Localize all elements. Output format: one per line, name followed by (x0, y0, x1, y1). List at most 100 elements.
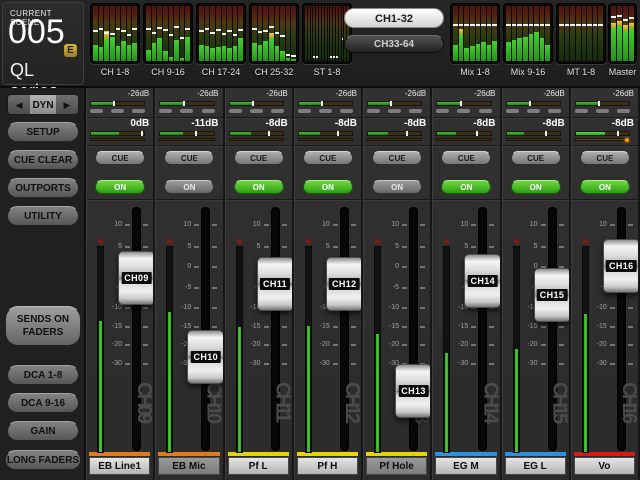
gate-led (132, 109, 145, 113)
on-button[interactable]: ON (164, 180, 214, 194)
meter-group-label: MT 1-8 (556, 67, 606, 77)
meter-bar (316, 6, 318, 61)
meter-peak-dash (121, 30, 126, 32)
meter-bar-yellow (623, 25, 628, 32)
dyn-selector-label[interactable]: DYN (30, 95, 56, 114)
meter-bar (559, 6, 564, 61)
strip-ch12: -26dB-8dBCUEON1050-5-10-15-20-30CH12CH12… (294, 88, 363, 480)
scale-tick-right (282, 224, 287, 226)
prev-arrow-button[interactable]: ◀ (8, 95, 30, 114)
scale-tick-label: -30 (590, 360, 607, 367)
fader-knob[interactable]: CH09 (118, 251, 155, 305)
fader-knob[interactable]: CH14 (464, 254, 501, 308)
meter-group-mix-9-16[interactable]: Mix 9-16 (503, 3, 553, 77)
cue-button[interactable]: CUE (441, 151, 491, 165)
meter-peak-dash (576, 24, 581, 26)
meter-peak-dash (336, 56, 338, 58)
meter-group-ch-9-16[interactable]: CH 9-16 (143, 3, 193, 77)
meter-group-ch-25-32[interactable]: CH 25-32 (249, 3, 299, 77)
bank-button-ch33-64[interactable]: CH33-64 (344, 35, 444, 53)
meter-bar-fill (185, 37, 190, 61)
fader-knob[interactable]: CH13 (395, 364, 432, 418)
scale-tick-right (559, 326, 564, 328)
cue-button[interactable]: CUE (580, 151, 630, 165)
gate-led (575, 109, 588, 113)
cue-button[interactable]: CUE (303, 151, 353, 165)
fader-knob[interactable]: CH16 (603, 239, 640, 293)
cue-button[interactable]: CUE (164, 151, 214, 165)
scale-tick-label: 5 (382, 243, 399, 250)
utility-button[interactable]: UTILITY (7, 206, 79, 226)
setup-button[interactable]: SETUP (7, 122, 79, 142)
gain-value: -8dB (473, 118, 495, 129)
channel-level-meter (443, 246, 450, 453)
fader-knob[interactable]: CH15 (534, 268, 571, 322)
scale-tick-left (402, 246, 407, 248)
fader-knob[interactable]: CH12 (326, 257, 363, 311)
next-arrow-button[interactable]: ▶ (56, 95, 78, 114)
analog-gain-bar (229, 138, 284, 141)
on-button[interactable]: ON (303, 180, 353, 194)
scene-panel[interactable]: CURRENT SCENE 005 E QL series (2, 2, 84, 85)
dca-1-8-button[interactable]: DCA 1-8 (7, 365, 79, 385)
cue-button[interactable]: CUE (372, 151, 422, 165)
fader-knob[interactable]: CH10 (187, 330, 224, 384)
meter-bar-fill (157, 38, 162, 61)
divider (364, 145, 430, 146)
dyn-meter-tick (113, 101, 115, 106)
meter-peak-dash (110, 33, 115, 35)
dyn-meter-value: -26dB (405, 89, 426, 98)
fader-knob[interactable]: CH11 (257, 257, 294, 311)
on-button[interactable]: ON (95, 180, 145, 194)
scale-tick-left (610, 363, 615, 365)
channel-level-fill (584, 314, 587, 452)
meter-peak-dash (157, 27, 162, 29)
on-button[interactable]: ON (234, 180, 284, 194)
meter-group-master[interactable]: Master (608, 3, 637, 77)
meter-peak-dash (582, 24, 587, 26)
meter-group-ch-1-8[interactable]: CH 1-8 (90, 3, 140, 77)
cue-button[interactable]: CUE (234, 151, 284, 165)
gate-indicators (436, 109, 491, 113)
divider (87, 199, 153, 200)
meter-bar (110, 6, 115, 61)
fader-knob-label: CH15 (537, 289, 568, 301)
scale-tick-label: 0 (174, 263, 191, 270)
gain-meter-bar (298, 131, 353, 136)
meter-bar-fill (617, 26, 622, 61)
scale-tick-right (489, 344, 494, 346)
meter-bar (328, 6, 330, 61)
on-button[interactable]: ON (441, 180, 491, 194)
gain-value: 0dB (130, 118, 149, 129)
scale-tick-left (610, 307, 615, 309)
on-button[interactable]: ON (372, 180, 422, 194)
bank-button-ch1-32[interactable]: CH1-32 (344, 8, 444, 28)
cue-button[interactable]: CUE (95, 151, 145, 165)
scale-tick-right (489, 363, 494, 365)
cue-clear-button[interactable]: CUE CLEAR (7, 150, 79, 170)
meter-group-mix-1-8[interactable]: Mix 1-8 (450, 3, 500, 77)
sends-on-faders-button[interactable]: SENDS ON FADERS (5, 306, 81, 346)
divider (503, 145, 569, 146)
fader-knob-label: CH12 (329, 278, 360, 290)
meter-bar-fill (269, 38, 274, 61)
cue-button[interactable]: CUE (511, 151, 561, 165)
channel-level-meter (166, 246, 173, 453)
gain-button[interactable]: GAIN (7, 421, 79, 441)
meter-peak-dash (617, 15, 622, 17)
on-button[interactable]: ON (511, 180, 561, 194)
analog-gain-bar (436, 138, 491, 141)
outports-button[interactable]: OUTPORTS (7, 178, 79, 198)
scale-tick-right (282, 363, 287, 365)
meter-bar (464, 6, 469, 61)
meter-group-mt-1-8[interactable]: MT 1-8 (556, 3, 606, 77)
meter-bar (280, 6, 285, 61)
long-faders-button[interactable]: LONG FADERS (5, 450, 81, 470)
dca-9-16-button[interactable]: DCA 9-16 (7, 393, 79, 413)
on-button[interactable]: ON (580, 180, 630, 194)
scale-tick-label: -20 (244, 341, 261, 348)
scale-tick-label: 10 (521, 221, 538, 228)
meter-bar (169, 6, 174, 61)
channel-level-meter (97, 246, 104, 453)
meter-group-ch-17-24[interactable]: CH 17-24 (196, 3, 246, 77)
